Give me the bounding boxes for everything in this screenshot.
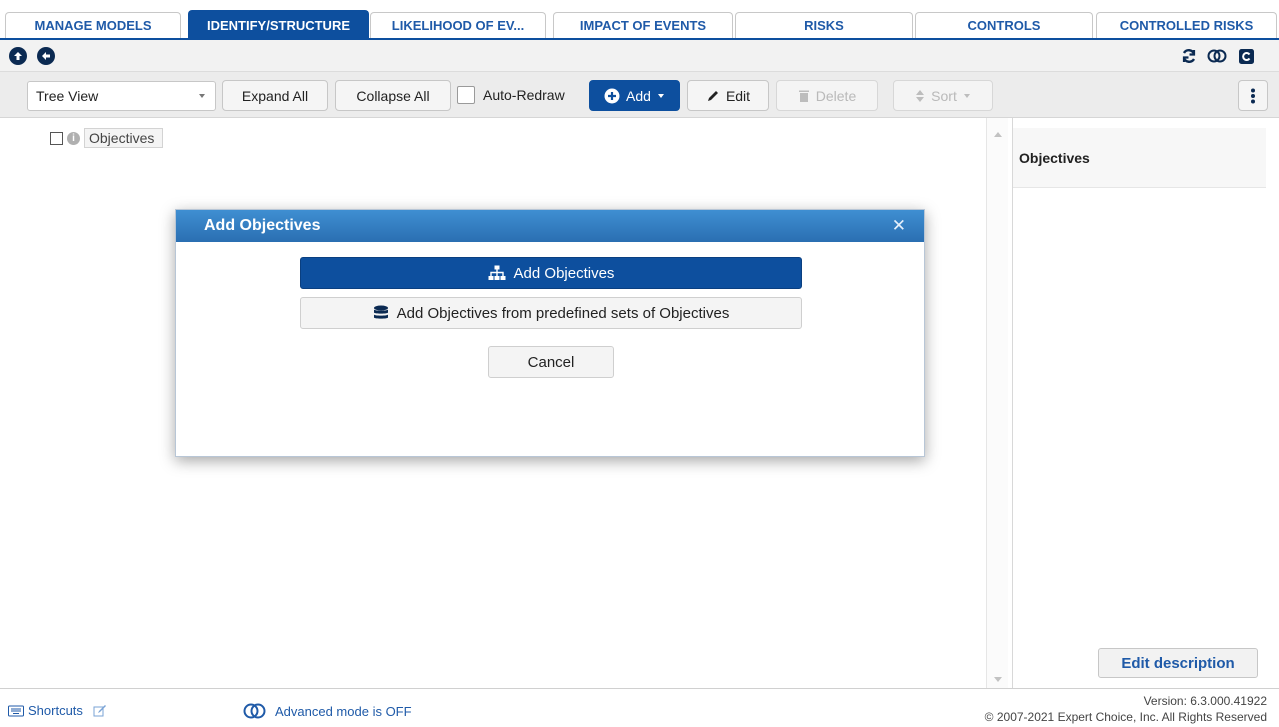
footer: Shortcuts Advanced mode is OFF Version: … xyxy=(0,688,1279,727)
edit-button[interactable]: Edit xyxy=(687,80,769,111)
refresh-icon[interactable] xyxy=(1180,46,1198,66)
sort-button[interactable]: Sort xyxy=(893,80,993,111)
tab-controls[interactable]: CONTROLS xyxy=(915,12,1093,38)
arrow-left-icon[interactable] xyxy=(37,47,55,65)
pencil-icon xyxy=(707,90,718,101)
add-objectives-label: Add Objectives xyxy=(513,264,615,282)
view-select[interactable]: Tree View xyxy=(27,81,216,111)
info-icon[interactable]: i xyxy=(67,131,80,145)
toolbar: Tree View Expand All Collapse All Auto-R… xyxy=(0,72,1279,118)
more-options-button[interactable] xyxy=(1238,80,1268,111)
view-select-value: Tree View xyxy=(36,88,99,104)
tab-manage-models[interactable]: MANAGE MODELS xyxy=(5,12,181,38)
add-objectives-dialog: Add Objectives ✕ Add Objectives Add Obje… xyxy=(175,209,925,457)
add-from-predefined-sets-button[interactable]: Add Objectives from predefined sets of O… xyxy=(300,297,802,329)
tab-likelihood-of-events[interactable]: LIKELIHOOD OF EV... xyxy=(370,12,546,38)
delete-button[interactable]: Delete xyxy=(776,80,878,111)
collapse-all-button[interactable]: Collapse All xyxy=(335,80,451,111)
edit-shortcuts-icon[interactable] xyxy=(93,704,107,718)
keyboard-icon xyxy=(8,705,24,716)
caret-down-icon xyxy=(963,93,970,98)
expand-all-label: Expand All xyxy=(241,87,309,104)
nav-bar xyxy=(0,40,1279,72)
auto-redraw-checkbox[interactable] xyxy=(457,86,475,104)
add-from-sets-label: Add Objectives from predefined sets of O… xyxy=(396,304,730,322)
caret-down-icon xyxy=(657,93,664,98)
copyright-text: © 2007-2021 Expert Choice, Inc. All Righ… xyxy=(984,710,1267,724)
expand-all-button[interactable]: Expand All xyxy=(222,80,328,111)
tree-node-checkbox[interactable] xyxy=(50,131,63,145)
scroll-up-icon[interactable] xyxy=(994,132,1002,137)
add-label: Add xyxy=(626,87,651,104)
auto-redraw-toggle[interactable]: Auto-Redraw xyxy=(457,86,565,104)
chevron-down-icon xyxy=(199,94,205,98)
dialog-header: Add Objectives ✕ xyxy=(176,210,924,242)
version-text: Version: 6.3.000.41922 xyxy=(1143,694,1267,708)
vertical-ellipsis-icon xyxy=(1251,88,1255,103)
trash-icon xyxy=(798,90,809,102)
add-button[interactable]: Add xyxy=(589,80,680,111)
hierarchy-icon xyxy=(488,265,506,280)
dialog-title: Add Objectives xyxy=(204,217,321,234)
plus-circle-icon xyxy=(604,88,620,103)
sort-label: Sort xyxy=(931,87,957,104)
add-objectives-button[interactable]: Add Objectives xyxy=(300,257,802,289)
scroll-down-icon[interactable] xyxy=(994,677,1002,682)
advanced-mode-toggle[interactable]: Advanced mode is OFF xyxy=(243,703,412,719)
toggle-mode-icon[interactable] xyxy=(1206,46,1228,66)
tree-node-label[interactable]: Objectives xyxy=(84,128,164,148)
description-panel: Objectives Edit description xyxy=(1012,118,1279,688)
edit-description-button[interactable]: Edit description xyxy=(1098,648,1258,678)
tree-node-objectives[interactable]: i Objectives xyxy=(50,127,164,149)
close-icon[interactable]: ✕ xyxy=(892,216,906,236)
database-icon xyxy=(373,305,388,319)
delete-label: Delete xyxy=(815,87,857,104)
collapse-all-label: Collapse All xyxy=(356,87,430,104)
arrow-up-icon[interactable] xyxy=(9,47,27,65)
version-info: Version: 6.3.000.41922 © 2007-2021 Exper… xyxy=(985,693,1267,725)
edit-label: Edit xyxy=(725,87,751,104)
tab-risks[interactable]: RISKS xyxy=(735,12,913,38)
vertical-scrollbar[interactable] xyxy=(986,118,1008,688)
copy-model-icon[interactable] xyxy=(1236,46,1256,66)
tab-identify-structure[interactable]: IDENTIFY/STRUCTURE xyxy=(188,10,369,40)
top-tab-bar: MANAGE MODELS IDENTIFY/STRUCTURE LIKELIH… xyxy=(0,0,1279,40)
sort-icon xyxy=(916,89,925,102)
advanced-mode-label: Advanced mode is OFF xyxy=(275,703,412,719)
auto-redraw-label: Auto-Redraw xyxy=(483,87,565,103)
cancel-button[interactable]: Cancel xyxy=(488,346,614,378)
tab-impact-of-events[interactable]: IMPACT OF EVENTS xyxy=(553,12,733,38)
shortcuts-label: Shortcuts xyxy=(28,703,83,718)
toggle-icon xyxy=(243,703,266,719)
tab-controlled-risks[interactable]: CONTROLLED RISKS xyxy=(1096,12,1277,38)
description-panel-title: Objectives xyxy=(1013,128,1266,188)
shortcuts-link[interactable]: Shortcuts xyxy=(8,703,107,718)
